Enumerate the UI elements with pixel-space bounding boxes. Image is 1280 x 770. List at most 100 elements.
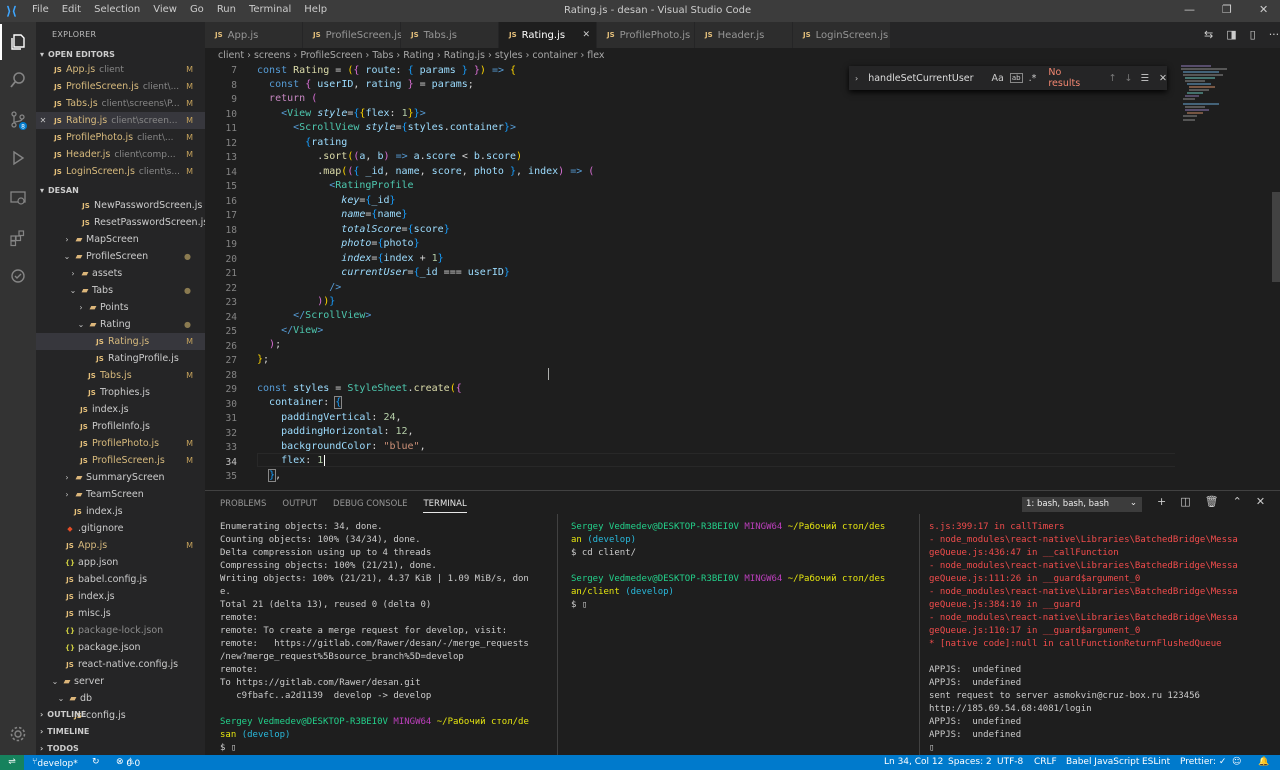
breadcrumb-item[interactable]: container: [532, 50, 577, 61]
file-item[interactable]: JS ProfileScreen.js M: [36, 452, 205, 469]
prettier-status[interactable]: Prettier: ✓: [1180, 757, 1226, 767]
whole-word-icon[interactable]: ab: [1009, 73, 1023, 83]
minimize-icon[interactable]: —: [1184, 3, 1195, 16]
code-editor[interactable]: 7 8 9 10 11 12 13 14 15 16 17 18 19 20 21 22 23 24 25 26 27 2…: [205, 62, 1267, 490]
tab-profilephoto[interactable]: JS ProfilePhoto.js: [597, 22, 695, 48]
file-item[interactable]: JS ProfileInfo.js: [36, 418, 205, 435]
notifications-icon[interactable]: 🔔: [1258, 757, 1269, 767]
scrollbar-thumb[interactable]: [1272, 192, 1280, 282]
cursor-position[interactable]: Ln 34, Col 12: [884, 757, 943, 767]
terminal-pane-3[interactable]: s.js:399:17 in callTimers - node_modules\…: [929, 521, 1238, 755]
testing-icon[interactable]: [0, 258, 36, 294]
folder-item[interactable]: ⌄ ▰ server: [36, 673, 205, 690]
file-item[interactable]: JS misc.js: [36, 605, 205, 622]
find-in-selection-icon[interactable]: ☰: [1141, 73, 1150, 84]
folder-item[interactable]: › ▰ Points: [36, 299, 205, 316]
menu-item-run[interactable]: Run: [217, 4, 236, 15]
close-icon[interactable]: ✕: [36, 116, 50, 125]
open-editor-item[interactable]: JS LoginScreen.js client\s... M: [36, 163, 205, 180]
open-editor-item[interactable]: JS Header.js client\comp... M: [36, 146, 205, 163]
menu-item-terminal[interactable]: Terminal: [249, 4, 291, 15]
menu-item-file[interactable]: File: [32, 4, 49, 15]
panel-tab-terminal[interactable]: TERMINAL: [423, 499, 467, 513]
breadcrumb-item[interactable]: styles: [495, 50, 523, 61]
file-item[interactable]: JS react-native.config.js: [36, 656, 205, 673]
tab-loginscreen[interactable]: JS LoginScreen.js: [793, 22, 891, 48]
source-control-icon[interactable]: 8: [0, 102, 36, 138]
open-editors-section[interactable]: ▾ OPEN EDITORS: [36, 44, 205, 61]
file-item[interactable]: JS index.js: [36, 503, 205, 520]
breadcrumb-item[interactable]: screens: [254, 50, 291, 61]
split-editor-icon[interactable]: ▯: [1250, 28, 1256, 41]
eslint-status[interactable]: ESLint: [1142, 757, 1170, 767]
breadcrumb-item[interactable]: Tabs: [372, 50, 393, 61]
close-tab-icon[interactable]: ✕: [582, 30, 590, 40]
open-editor-item[interactable]: JS ProfileScreen.js client\... M: [36, 78, 205, 95]
menu-item-go[interactable]: Go: [190, 4, 204, 15]
split-terminal-icon[interactable]: ◫: [1180, 495, 1190, 508]
breadcrumb-item[interactable]: flex: [587, 50, 604, 61]
branch-status[interactable]: ⑂ develop*: [32, 757, 78, 769]
terminal-pane-2[interactable]: Sergey Vedmedev@DESKTOP-R3BEI0V MINGW64 …: [571, 521, 885, 612]
menu-item-help[interactable]: Help: [304, 4, 327, 15]
regex-icon[interactable]: .*: [1029, 73, 1037, 84]
more-actions-icon[interactable]: ···: [1269, 28, 1280, 41]
extensions-icon[interactable]: [0, 220, 36, 256]
line-ending[interactable]: CRLF: [1034, 757, 1057, 767]
next-match-icon[interactable]: ↓: [1125, 73, 1133, 84]
breadcrumb-item[interactable]: Rating.js: [444, 50, 485, 61]
open-editor-item[interactable]: JS App.js client M: [36, 61, 205, 78]
folder-item[interactable]: › ▰ SummaryScreen: [36, 469, 205, 486]
file-item[interactable]: JS babel.config.js: [36, 571, 205, 588]
remote-explorer-icon[interactable]: [0, 180, 36, 216]
file-item[interactable]: JS Trophies.js: [36, 384, 205, 401]
close-icon[interactable]: ✕: [1259, 3, 1268, 16]
file-item[interactable]: JS ResetPasswordScreen.js: [36, 214, 205, 231]
file-item[interactable]: JS index.js: [36, 401, 205, 418]
menu-item-selection[interactable]: Selection: [94, 4, 140, 15]
menu-item-view[interactable]: View: [153, 4, 177, 15]
breadcrumb-item[interactable]: Rating: [403, 50, 434, 61]
open-editor-item[interactable]: ✕ JS Rating.js client\screen... M: [36, 112, 205, 129]
menu-item-edit[interactable]: Edit: [62, 4, 81, 15]
panel-tab-debug-console[interactable]: DEBUG CONSOLE: [333, 499, 407, 513]
open-editor-item[interactable]: JS Tabs.js client\screens\P... M: [36, 95, 205, 112]
trash-icon[interactable]: 🗑: [1205, 495, 1219, 508]
file-item[interactable]: {} package.json: [36, 639, 205, 656]
panel-tab-problems[interactable]: PROBLEMS: [220, 499, 266, 513]
new-terminal-icon[interactable]: +: [1157, 495, 1166, 508]
feedback-icon[interactable]: ☺: [1232, 757, 1241, 767]
tab-header[interactable]: JS Header.js: [695, 22, 793, 48]
breadcrumb-item[interactable]: client: [218, 50, 244, 61]
file-item[interactable]: JS NewPasswordScreen.js: [36, 197, 205, 214]
open-changes-icon[interactable]: ⇆: [1204, 28, 1213, 41]
folder-item[interactable]: ⌄ ▰ Tabs ●: [36, 282, 205, 299]
folder-item[interactable]: › ▰ assets: [36, 265, 205, 282]
file-item[interactable]: JS Tabs.js M: [36, 367, 205, 384]
folder-item[interactable]: › ▰ MapScreen: [36, 231, 205, 248]
match-case-icon[interactable]: Aa: [992, 73, 1004, 84]
project-section[interactable]: ▾ DESAN: [36, 180, 205, 197]
file-item[interactable]: JS index.js: [36, 588, 205, 605]
editor-scrollbar[interactable]: [1271, 62, 1280, 490]
find-input[interactable]: handleSetCurrentUser: [868, 73, 973, 84]
explorer-icon[interactable]: [0, 24, 36, 60]
language-mode[interactable]: Babel JavaScript: [1066, 757, 1139, 767]
file-item[interactable]: JS App.js M: [36, 537, 205, 554]
file-item[interactable]: {} app.json: [36, 554, 205, 571]
tab-app[interactable]: JS App.js: [205, 22, 303, 48]
panel-tab-output[interactable]: OUTPUT: [282, 499, 317, 513]
terminal-select[interactable]: 1: bash, bash, bash ⌄: [1022, 497, 1142, 512]
preview-icon[interactable]: ◨: [1226, 28, 1236, 41]
section-timeline[interactable]: › TIMELINE: [36, 721, 205, 738]
breadcrumb-item[interactable]: ProfileScreen: [300, 50, 362, 61]
file-item[interactable]: JS Rating.js M: [36, 333, 205, 350]
maximize-icon[interactable]: ❐: [1222, 3, 1232, 16]
file-item[interactable]: {} package-lock.json: [36, 622, 205, 639]
close-find-icon[interactable]: ✕: [1159, 73, 1167, 84]
search-icon[interactable]: [0, 62, 36, 98]
file-item[interactable]: JS ProfilePhoto.js M: [36, 435, 205, 452]
settings-gear-icon[interactable]: [0, 716, 36, 752]
chevron-right-icon[interactable]: ›: [855, 74, 858, 83]
terminal-pane-1[interactable]: Enumerating objects: 34, done. Counting o…: [220, 521, 529, 755]
